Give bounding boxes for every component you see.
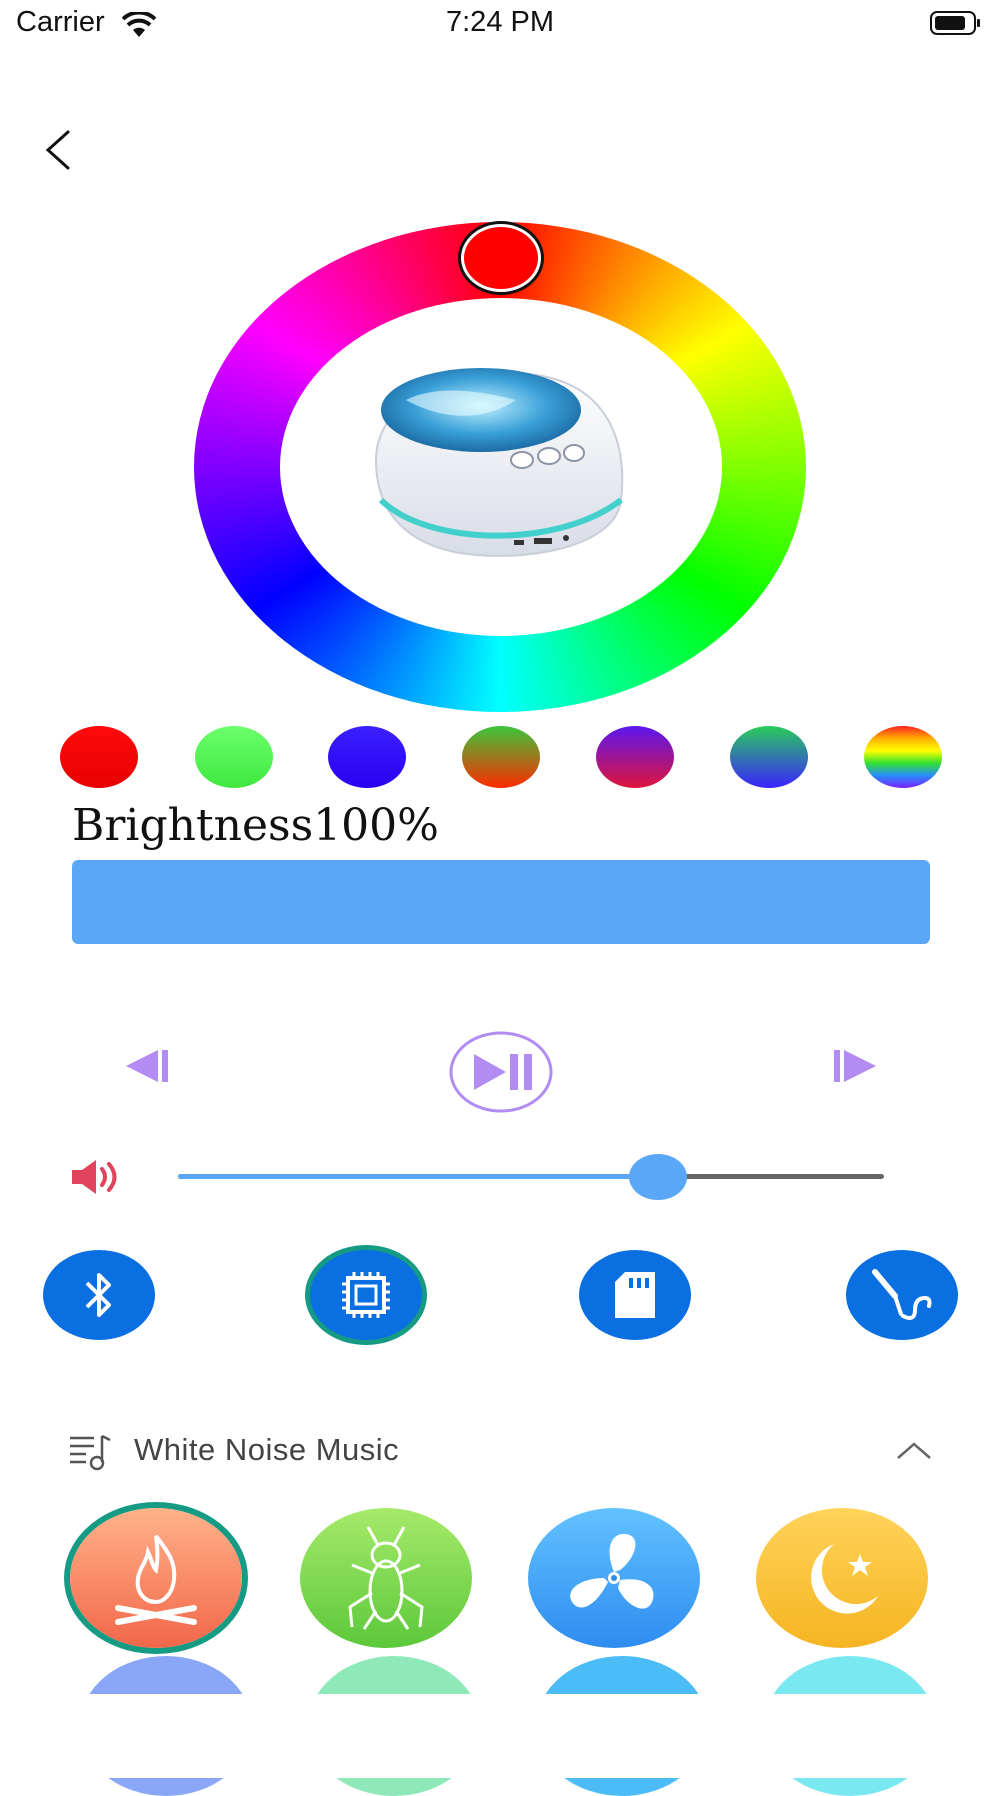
chip-icon	[342, 1272, 390, 1318]
chip-button[interactable]	[310, 1250, 422, 1340]
volume-thumb[interactable]	[629, 1154, 688, 1200]
brightness-label: Brightness100%	[72, 800, 439, 851]
preset-purple-red[interactable]	[596, 726, 674, 788]
projector-device-image	[374, 368, 624, 557]
fan-icon	[570, 1533, 654, 1609]
audio-cable-button[interactable]	[846, 1250, 958, 1340]
campfire-icon	[115, 1534, 197, 1625]
preset-green-blue[interactable]	[730, 726, 808, 788]
preset-blue[interactable]	[328, 726, 406, 788]
previous-icon[interactable]	[120, 1046, 172, 1086]
sd-card-icon	[615, 1272, 655, 1318]
brightness-slider[interactable]	[72, 860, 930, 944]
preset-green-red[interactable]	[462, 726, 540, 788]
bluetooth-button[interactable]	[43, 1250, 155, 1340]
preset-rainbow[interactable]	[864, 726, 942, 788]
next-icon[interactable]	[830, 1046, 882, 1086]
moon-star-icon	[811, 1544, 878, 1614]
brightness-fill	[72, 860, 930, 944]
white-noise-title: White Noise Music	[134, 1432, 400, 1467]
bluetooth-icon	[85, 1273, 111, 1317]
battery-icon	[930, 11, 980, 35]
color-wheel-thumb[interactable]	[461, 224, 541, 292]
cricket-icon	[348, 1526, 424, 1630]
color-presets	[60, 726, 942, 792]
preset-red[interactable]	[60, 726, 138, 788]
volume-slider[interactable]	[178, 1174, 884, 1179]
status-time: 7:24 PM	[446, 6, 554, 38]
sound-campfire[interactable]	[70, 1508, 242, 1648]
preset-green[interactable]	[195, 726, 273, 788]
speaker-icon	[72, 1160, 117, 1194]
chevron-up-icon[interactable]	[894, 1438, 934, 1462]
list-clip	[0, 1694, 1000, 1778]
sd-card-button[interactable]	[579, 1250, 691, 1340]
volume-fill	[178, 1174, 659, 1179]
audio-cable-icon	[872, 1269, 932, 1320]
sound-fan[interactable]	[528, 1508, 700, 1648]
music-list-icon	[70, 1434, 111, 1471]
sound-cricket[interactable]	[300, 1508, 472, 1648]
play-pause-icon[interactable]	[448, 1030, 554, 1114]
sound-night[interactable]	[756, 1508, 928, 1648]
chevron-left-icon[interactable]	[40, 128, 76, 172]
